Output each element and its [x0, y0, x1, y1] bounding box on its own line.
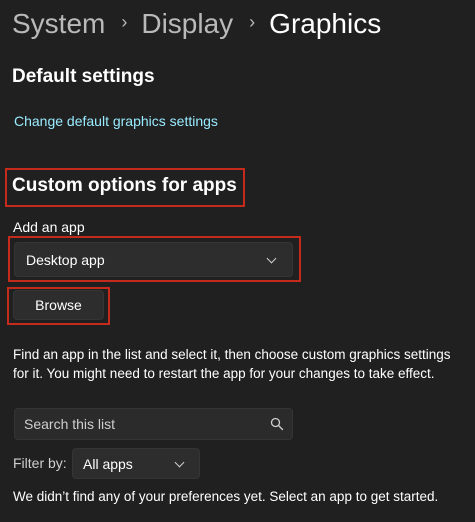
- breadcrumb-item-system[interactable]: System: [12, 8, 105, 40]
- page-title: Graphics: [269, 8, 382, 39]
- search-icon[interactable]: [270, 417, 284, 431]
- default-settings-heading: Default settings: [12, 66, 155, 87]
- app-type-dropdown[interactable]: Desktop app: [14, 242, 293, 277]
- breadcrumb: System › Display › Graphics: [12, 4, 381, 44]
- breadcrumb-item-display[interactable]: Display: [141, 8, 233, 40]
- chevron-right-icon: ›: [121, 11, 128, 32]
- chevron-right-icon: ›: [249, 11, 256, 32]
- filter-selected: All apps: [83, 455, 133, 472]
- change-default-graphics-link[interactable]: Change default graphics settings: [14, 113, 218, 129]
- chevron-down-icon: [174, 457, 185, 468]
- instructions-text: Find an app in the list and select it, t…: [13, 347, 451, 381]
- app-type-selected: Desktop app: [26, 251, 105, 268]
- chevron-down-icon: [266, 253, 277, 264]
- search-box: [14, 408, 293, 440]
- search-input[interactable]: [15, 415, 256, 433]
- browse-button[interactable]: Browse: [13, 290, 104, 320]
- add-app-label: Add an app: [13, 219, 85, 235]
- empty-state-message: We didn’t find any of your preferences y…: [13, 489, 439, 504]
- filter-label: Filter by:: [13, 455, 67, 471]
- custom-options-heading: Custom options for apps: [12, 175, 237, 196]
- filter-dropdown[interactable]: All apps: [72, 448, 200, 479]
